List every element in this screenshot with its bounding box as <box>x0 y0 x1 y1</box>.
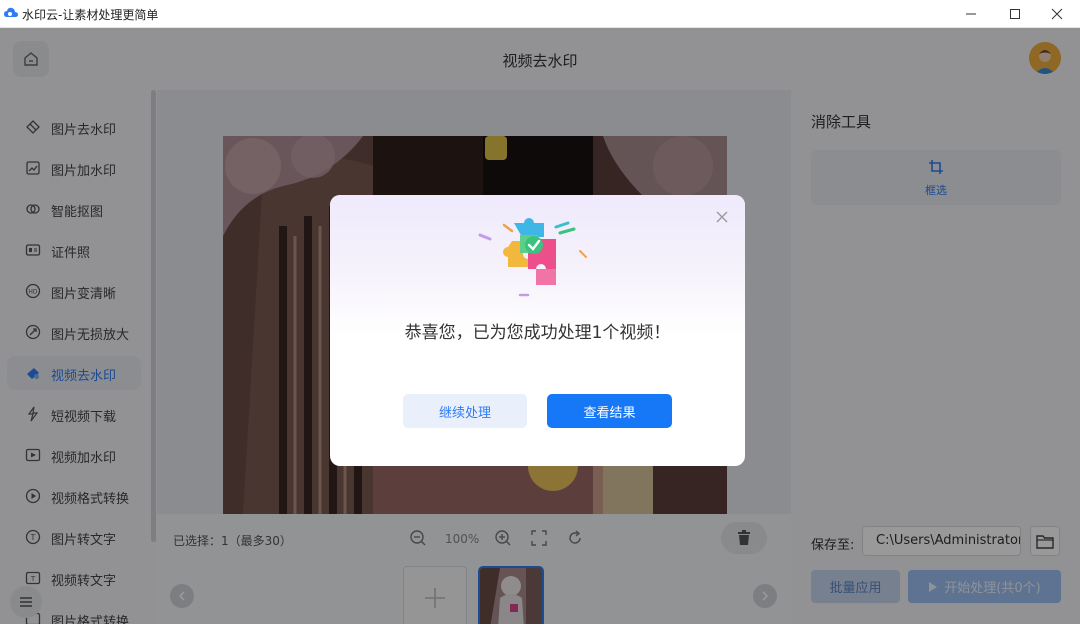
minimize-button[interactable] <box>948 0 994 28</box>
window-title: 水印云-让素材处理更简单 <box>22 8 159 22</box>
close-button[interactable] <box>1034 0 1080 28</box>
puzzle-celebration-icon <box>478 218 587 297</box>
maximize-button[interactable] <box>992 0 1038 28</box>
app-logo-icon <box>4 7 18 17</box>
minimize-icon <box>966 13 976 15</box>
close-icon <box>716 211 728 223</box>
success-dialog: 恭喜您，已为您成功处理1个视频！ 继续处理 查看结果 <box>330 195 745 466</box>
title-bar: 水印云-让素材处理更简单 <box>0 0 1080 28</box>
dialog-close-button[interactable] <box>714 209 730 225</box>
success-message: 恭喜您，已为您成功处理1个视频！ <box>404 323 671 343</box>
maximize-icon <box>1010 9 1020 19</box>
view-result-button[interactable]: 查看结果 <box>547 394 672 428</box>
app-window: 水印云-让素材处理更简单 视频去水印 图片去水印 图片加水印 智能抠图 证件照 … <box>0 0 1080 624</box>
close-icon <box>1051 8 1063 20</box>
continue-processing-button[interactable]: 继续处理 <box>403 394 527 428</box>
